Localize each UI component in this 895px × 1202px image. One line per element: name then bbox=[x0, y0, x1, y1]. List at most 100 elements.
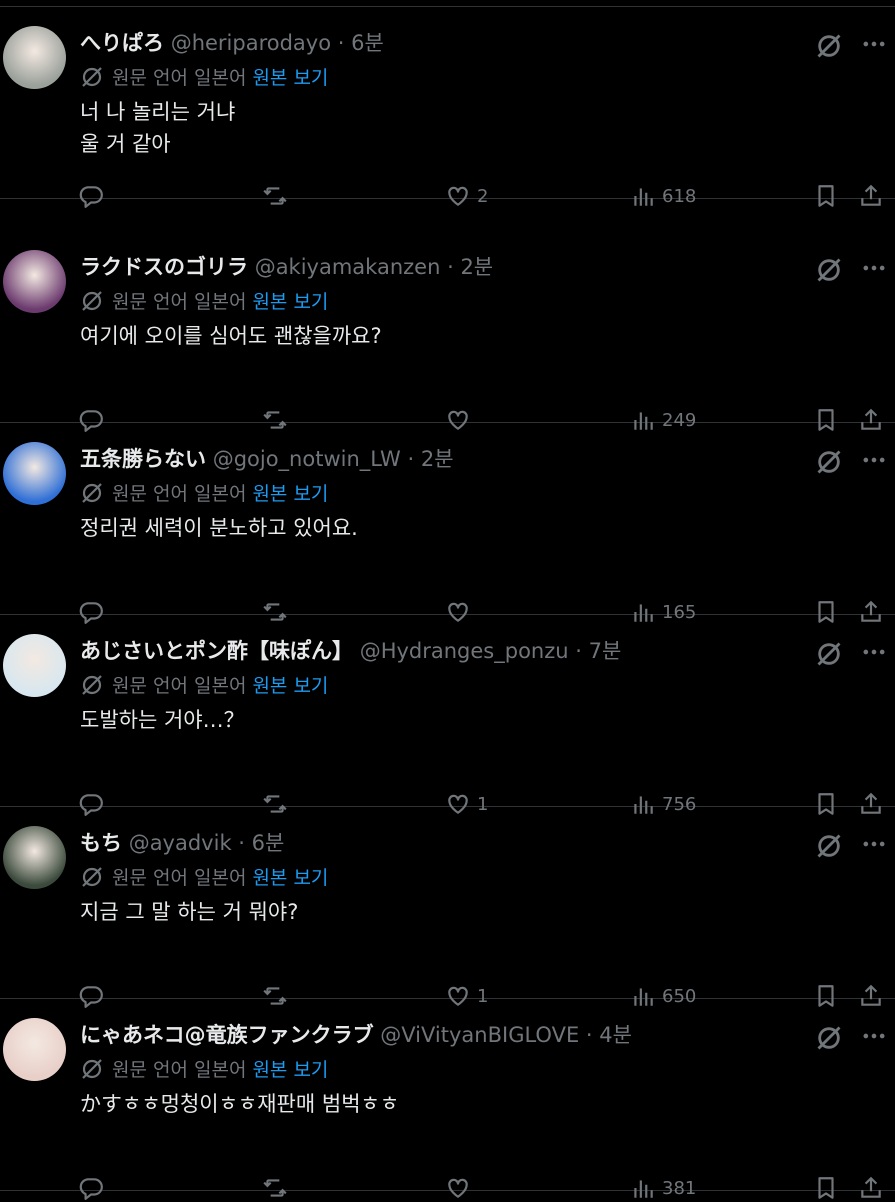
tweet-header: あじさいとポン酢【味ぽん】 @Hydranges_ponzu · 7분 bbox=[80, 636, 805, 666]
grok-button[interactable] bbox=[815, 32, 843, 60]
translate-icon bbox=[82, 1059, 102, 1079]
handle[interactable]: @heriparodayo bbox=[171, 31, 331, 55]
more-icon bbox=[863, 41, 885, 47]
timestamp[interactable]: 2분 bbox=[421, 447, 454, 471]
reply-button[interactable] bbox=[78, 1174, 104, 1202]
share-icon bbox=[861, 1176, 881, 1198]
grok-icon bbox=[817, 34, 841, 58]
like-button[interactable]: 2 bbox=[445, 182, 488, 210]
retweet-icon bbox=[263, 187, 287, 205]
timestamp[interactable]: 4분 bbox=[599, 1023, 632, 1047]
grok-button[interactable] bbox=[815, 1024, 843, 1052]
grok-button[interactable] bbox=[815, 448, 843, 476]
tweet[interactable]: あじさいとポン酢【味ぽん】 @Hydranges_ponzu · 7분원문 언어… bbox=[0, 614, 895, 816]
translation-row: 원문 언어 일본어 원본 보기 bbox=[80, 1056, 328, 1084]
translate-icon bbox=[82, 67, 102, 87]
tweet-text: 정리권 세력이 분노하고 있어요. bbox=[80, 516, 358, 540]
translation-label: 원문 언어 일본어 bbox=[112, 1059, 247, 1081]
avatar[interactable] bbox=[3, 826, 66, 889]
grok-button[interactable] bbox=[815, 640, 843, 668]
timestamp[interactable]: 6분 bbox=[351, 31, 384, 55]
share-button[interactable] bbox=[858, 1174, 884, 1202]
more-button[interactable] bbox=[860, 30, 888, 58]
retweet-button[interactable] bbox=[262, 182, 288, 210]
view-original-link[interactable]: 원본 보기 bbox=[252, 675, 328, 697]
view-original-link[interactable]: 원본 보기 bbox=[252, 1059, 328, 1081]
translation-label: 원문 언어 일본어 bbox=[112, 867, 247, 889]
handle[interactable]: @ayadvik bbox=[129, 831, 232, 855]
avatar[interactable] bbox=[3, 250, 66, 313]
grok-button[interactable] bbox=[815, 256, 843, 284]
tweet-header: へりぱろ @heriparodayo · 6분 bbox=[80, 28, 805, 58]
handle[interactable]: @Hydranges_ponzu bbox=[360, 639, 569, 663]
retweet-button[interactable] bbox=[262, 1174, 288, 1202]
grok-icon bbox=[817, 258, 841, 282]
like-icon bbox=[448, 186, 468, 206]
view-original-link[interactable]: 원본 보기 bbox=[252, 867, 328, 889]
handle[interactable]: @gojo_notwin_LW bbox=[213, 447, 401, 471]
bookmark-button[interactable] bbox=[813, 1174, 839, 1202]
tweet[interactable]: にゃあネコ@竜族ファンクラブ @ViVityanBIGLOVE · 4분원문 언… bbox=[0, 998, 895, 1200]
display-name[interactable]: もち bbox=[80, 831, 122, 855]
more-icon bbox=[863, 841, 885, 847]
more-button[interactable] bbox=[860, 830, 888, 858]
translation-row: 원문 언어 일본어 원본 보기 bbox=[80, 864, 328, 892]
reply-button[interactable] bbox=[78, 182, 104, 210]
tweet[interactable]: もち @ayadvik · 6분 원문 언어 일본어 원본 보기 지금 그 말 하는 … bbox=[0, 806, 895, 1008]
like-button[interactable] bbox=[445, 1174, 477, 1202]
tweet[interactable]: 五条勝らない @gojo_notwin_LW · 2분원문 언어 일본어 원본 보… bbox=[0, 422, 895, 624]
display-name[interactable]: にゃあネコ@竜族ファンクラブ bbox=[80, 1023, 374, 1047]
timestamp[interactable]: 7분 bbox=[589, 639, 622, 663]
avatar[interactable] bbox=[3, 1018, 66, 1081]
view-original-link[interactable]: 원본 보기 bbox=[252, 67, 328, 89]
more-button[interactable] bbox=[860, 446, 888, 474]
separator: · bbox=[400, 447, 421, 471]
bookmark-icon bbox=[818, 1177, 834, 1199]
translation-row: 원문 언어 일본어 원본 보기 bbox=[80, 480, 328, 508]
translate-icon bbox=[82, 483, 102, 503]
tweet-text: かすㅎㅎ멍청이ㅎㅎ재판매 범벅ㅎㅎ bbox=[80, 1092, 400, 1116]
translation-row: 원문 언어 일본어 원본 보기 bbox=[80, 288, 328, 316]
like-count: 2 bbox=[477, 185, 489, 207]
timestamp[interactable]: 6분 bbox=[252, 831, 285, 855]
more-icon bbox=[863, 265, 885, 271]
handle[interactable]: @ViVityanBIGLOVE bbox=[380, 1023, 579, 1047]
bookmark-icon bbox=[818, 185, 834, 207]
handle[interactable]: @akiyamakanzen bbox=[255, 255, 441, 279]
display-name[interactable]: ラクドスのゴリラ bbox=[80, 255, 248, 279]
timestamp[interactable]: 2분 bbox=[460, 255, 493, 279]
translation-row: 원문 언어 일본어 원본 보기 bbox=[80, 672, 328, 700]
avatar[interactable] bbox=[3, 442, 66, 505]
bookmark-button[interactable] bbox=[813, 182, 839, 210]
display-name[interactable]: 五条勝らない bbox=[80, 447, 206, 471]
grok-icon bbox=[817, 642, 841, 666]
grok-button[interactable] bbox=[815, 832, 843, 860]
separator: · bbox=[579, 1023, 600, 1047]
views-icon bbox=[634, 188, 653, 206]
tweet[interactable]: へりぱろ @heriparodayo · 6분원문 언어 일본어 원본 보기너 나… bbox=[0, 6, 895, 208]
display-name[interactable]: あじさいとポン酢【味ぽん】 bbox=[80, 639, 353, 663]
more-icon bbox=[863, 457, 885, 463]
view-original-link[interactable]: 원본 보기 bbox=[252, 483, 328, 505]
views-button[interactable]: 618 bbox=[630, 182, 696, 210]
translation-row: 원문 언어 일본어 원본 보기 bbox=[80, 64, 328, 92]
more-button[interactable] bbox=[860, 254, 888, 282]
reply-icon bbox=[79, 186, 103, 208]
share-icon bbox=[861, 184, 881, 206]
views-button[interactable]: 381 bbox=[630, 1174, 696, 1202]
translation-label: 원문 언어 일본어 bbox=[112, 291, 247, 313]
avatar[interactable] bbox=[3, 26, 66, 89]
separator: · bbox=[331, 31, 352, 55]
display-name[interactable]: へりぱろ bbox=[80, 31, 164, 55]
more-button[interactable] bbox=[860, 1022, 888, 1050]
like-icon bbox=[448, 1178, 468, 1198]
avatar[interactable] bbox=[3, 634, 66, 697]
tweet-header: 五条勝らない @gojo_notwin_LW · 2분 bbox=[80, 444, 805, 474]
translate-icon bbox=[82, 291, 102, 311]
tweet[interactable]: ラクドスのゴリラ @akiyamakanzen · 2분 원문 언어 일본어 원본 … bbox=[0, 230, 895, 432]
more-button[interactable] bbox=[860, 638, 888, 666]
share-button[interactable] bbox=[858, 182, 884, 210]
views-count: 381 bbox=[662, 1177, 697, 1199]
view-original-link[interactable]: 원본 보기 bbox=[252, 291, 328, 313]
tweet-text: 너 나 놀리는 거냐 울 거 같아 bbox=[80, 100, 236, 156]
